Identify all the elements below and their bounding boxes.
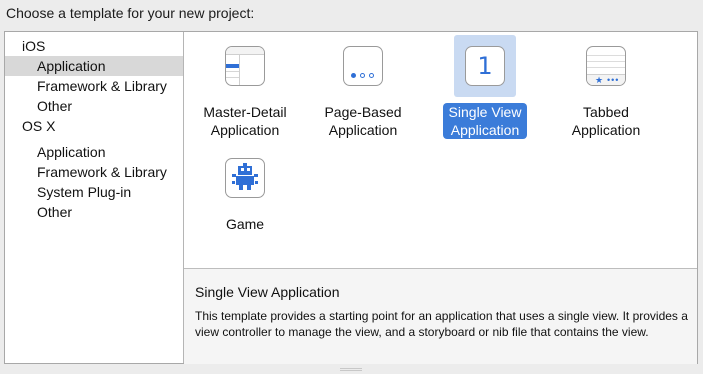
page-based-icon [343,46,383,86]
template-master-detail[interactable]: Master-Detail Application [190,35,300,140]
sidebar-item-osx-framework-library[interactable]: Framework & Library [5,162,183,182]
template-description-panel: Single View Application This template pr… [184,268,697,364]
template-description-text: This template provides a starting point … [195,309,688,339]
sidebar-item-ios-application[interactable]: Application [5,56,183,76]
template-grid: Master-Detail Application Page-Based App… [184,32,697,268]
platform-sidebar: iOS Application Framework & Library Othe… [5,32,184,363]
template-game[interactable]: Game [190,147,300,234]
sidebar-item-osx-application[interactable]: Application [5,142,183,162]
template-description-title: Single View Application [195,284,340,300]
template-chooser: iOS Application Framework & Library Othe… [4,31,698,364]
sidebar-section-ios[interactable]: iOS [5,36,183,56]
template-page-based[interactable]: Page-Based Application [308,35,418,140]
game-robot-icon [225,158,265,198]
sidebar-section-osx[interactable]: OS X [5,116,183,136]
sidebar-item-ios-other[interactable]: Other [5,96,183,116]
resize-handle[interactable] [340,368,362,372]
sidebar-item-ios-framework-library[interactable]: Framework & Library [5,76,183,96]
template-label: Tabbed Application [571,104,641,138]
master-detail-icon [225,46,265,86]
template-label: Single View Application [442,103,528,139]
template-single-view[interactable]: 1 Single View Application [430,35,540,140]
page-title: Choose a template for your new project: [6,5,255,21]
template-label: Master-Detail Application [203,104,287,138]
template-tabbed[interactable]: ★ ••• Tabbed Application [551,35,661,140]
template-label: Page-Based Application [324,104,402,138]
single-view-icon: 1 [465,46,505,86]
sidebar-item-osx-system-plugin[interactable]: System Plug-in [5,182,183,202]
sidebar-item-osx-other[interactable]: Other [5,202,183,222]
template-label: Game [225,216,265,232]
tabbed-icon: ★ ••• [586,46,626,86]
